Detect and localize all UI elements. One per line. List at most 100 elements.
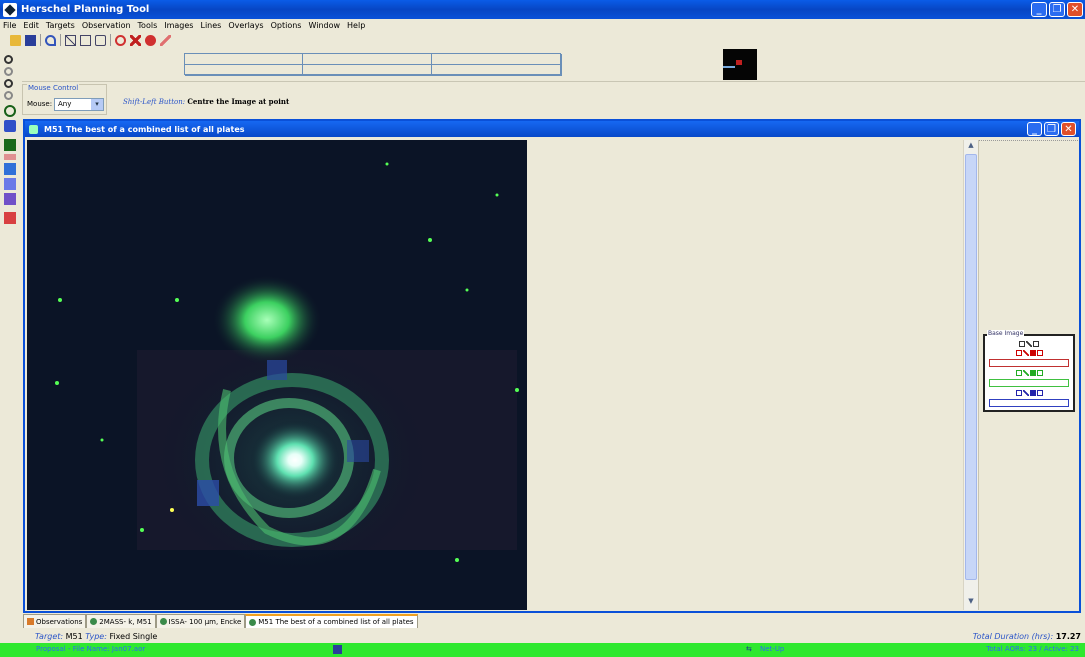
tool-frame-icon[interactable] bbox=[80, 34, 91, 46]
app-title-bar: Herschel Planning Tool _ ❐ ✕ bbox=[0, 0, 1085, 19]
base-controls-row bbox=[985, 341, 1073, 347]
frame-minimize-button[interactable]: _ bbox=[1027, 122, 1042, 136]
flag-icon[interactable] bbox=[4, 212, 16, 224]
undo-icon[interactable] bbox=[45, 34, 56, 46]
close-icon[interactable] bbox=[1022, 350, 1029, 356]
app-icon bbox=[3, 2, 17, 17]
zoom-in-icon[interactable] bbox=[4, 55, 13, 64]
image-icon bbox=[90, 618, 98, 625]
image-frame-title-bar[interactable]: M51 The best of a combined list of all p… bbox=[25, 121, 1079, 137]
delete-icon[interactable] bbox=[130, 34, 141, 46]
open-icon[interactable] bbox=[10, 34, 21, 46]
side-panel: Base Image bbox=[978, 140, 1078, 610]
galaxy-image bbox=[27, 140, 527, 610]
mouse-mode-select[interactable]: Any ▾ bbox=[54, 98, 104, 111]
info-icon[interactable] bbox=[145, 34, 156, 46]
frame-close-button[interactable]: ✕ bbox=[1061, 122, 1076, 136]
menu-tools[interactable]: Tools bbox=[138, 21, 158, 30]
layers-icon[interactable] bbox=[4, 163, 16, 175]
green-channel-field[interactable] bbox=[989, 379, 1069, 387]
menu-options[interactable]: Options bbox=[271, 21, 302, 30]
tool-doc-icon[interactable] bbox=[95, 34, 106, 46]
overview-thumbnail[interactable] bbox=[723, 49, 757, 80]
checkbox-icon[interactable] bbox=[1019, 341, 1025, 347]
scroll-down-icon[interactable]: ▼ bbox=[965, 597, 977, 609]
edit-icon[interactable] bbox=[160, 34, 171, 46]
tool-x-icon[interactable] bbox=[65, 34, 76, 46]
color-swatch-icon[interactable] bbox=[1029, 390, 1036, 396]
sky-image[interactable] bbox=[27, 140, 527, 610]
chevron-down-icon[interactable]: ▾ bbox=[91, 99, 103, 110]
mouse-hint: Shift-Left Button: Centre the Image at p… bbox=[123, 97, 289, 106]
edit-icon[interactable] bbox=[1036, 370, 1043, 376]
type-key: Type: bbox=[85, 632, 107, 641]
mouse-control-group: Mouse Control Mouse: Any ▾ bbox=[22, 84, 107, 115]
color-swatch-icon[interactable] bbox=[1029, 350, 1036, 356]
close-icon[interactable] bbox=[1026, 341, 1032, 347]
grid-icon[interactable] bbox=[4, 139, 16, 151]
menu-targets[interactable]: Targets bbox=[46, 21, 75, 30]
status-filename: Proposal - File Name: Jan07.aor bbox=[36, 645, 146, 653]
main-toolbar bbox=[10, 32, 171, 48]
menu-help[interactable]: Help bbox=[347, 21, 365, 30]
target-value: M51 bbox=[65, 632, 83, 641]
toolbar-separator bbox=[40, 34, 41, 46]
blue-channel-field[interactable] bbox=[989, 399, 1069, 407]
scrollbar-thumb[interactable] bbox=[965, 154, 977, 580]
table-icon bbox=[27, 618, 34, 625]
ruler-icon[interactable] bbox=[4, 154, 16, 160]
close-icon[interactable] bbox=[1022, 370, 1029, 376]
target-icon[interactable] bbox=[115, 34, 126, 46]
pen-icon[interactable] bbox=[4, 193, 16, 205]
minimize-button[interactable]: _ bbox=[1031, 2, 1047, 17]
save-icon[interactable] bbox=[333, 645, 342, 654]
close-icon[interactable] bbox=[1022, 390, 1029, 396]
document-tabs: Observations 2MASS- k, M51 ISSA- 100 µm,… bbox=[23, 614, 418, 628]
image-frame-title: M51 The best of a combined list of all p… bbox=[44, 124, 245, 134]
image-canvas-area[interactable] bbox=[527, 140, 963, 610]
checkbox-icon[interactable] bbox=[1015, 390, 1022, 396]
network-icon: ⇆ bbox=[746, 645, 752, 653]
crosshair-icon[interactable] bbox=[4, 105, 16, 117]
close-button[interactable]: ✕ bbox=[1067, 2, 1083, 17]
target-key: Target: bbox=[35, 632, 64, 641]
duration-value: 17.27 bbox=[1055, 632, 1081, 641]
frame-restore-button[interactable]: ❐ bbox=[1044, 122, 1059, 136]
menu-overlays[interactable]: Overlays bbox=[228, 21, 263, 30]
tab-label: ISSA- 100 µm, Encke bbox=[168, 617, 242, 626]
vertical-scrollbar[interactable]: ▲ ▼ bbox=[963, 140, 978, 610]
menu-images[interactable]: Images bbox=[164, 21, 193, 30]
red-channel-field[interactable] bbox=[989, 359, 1069, 367]
restore-button[interactable]: ❐ bbox=[1049, 2, 1065, 17]
zoom-fit-icon[interactable] bbox=[4, 79, 13, 88]
checkbox-icon[interactable] bbox=[1015, 350, 1022, 356]
target-summary: Target: M51 Type: Fixed Single bbox=[35, 632, 157, 641]
green-channel-controls bbox=[985, 370, 1073, 376]
zoom-out-icon[interactable] bbox=[4, 67, 13, 76]
tab-2mass-k[interactable]: 2MASS- k, M51 bbox=[86, 614, 156, 628]
scroll-up-icon[interactable]: ▲ bbox=[965, 141, 977, 153]
mouse-mode-value: Any bbox=[58, 100, 72, 108]
zoom-reset-icon[interactable] bbox=[4, 91, 13, 100]
duration-key: Total Duration (hrs): bbox=[972, 632, 1054, 641]
left-toolbar bbox=[4, 55, 18, 224]
checkbox-icon[interactable] bbox=[1015, 370, 1022, 376]
edit-icon[interactable] bbox=[1033, 341, 1039, 347]
menu-lines[interactable]: Lines bbox=[200, 21, 221, 30]
target-circle-icon[interactable] bbox=[4, 120, 16, 132]
hint-value: Centre the Image at point bbox=[187, 97, 290, 106]
menu-edit[interactable]: Edit bbox=[23, 21, 39, 30]
tab-label: 2MASS- k, M51 bbox=[99, 617, 152, 626]
tab-m51-combined[interactable]: M51 The best of a combined list of all p… bbox=[245, 614, 418, 628]
hint-key: Shift-Left Button: bbox=[123, 98, 186, 106]
tab-issa-100um[interactable]: ISSA- 100 µm, Encke bbox=[155, 614, 246, 628]
overlay-icon[interactable] bbox=[4, 178, 16, 190]
color-swatch-icon[interactable] bbox=[1029, 370, 1036, 376]
menu-observation[interactable]: Observation bbox=[82, 21, 131, 30]
edit-icon[interactable] bbox=[1036, 390, 1043, 396]
save-icon[interactable] bbox=[25, 34, 36, 46]
tab-observations[interactable]: Observations bbox=[23, 614, 87, 628]
edit-icon[interactable] bbox=[1036, 350, 1043, 356]
menu-window[interactable]: Window bbox=[308, 21, 340, 30]
menu-file[interactable]: File bbox=[3, 21, 16, 30]
